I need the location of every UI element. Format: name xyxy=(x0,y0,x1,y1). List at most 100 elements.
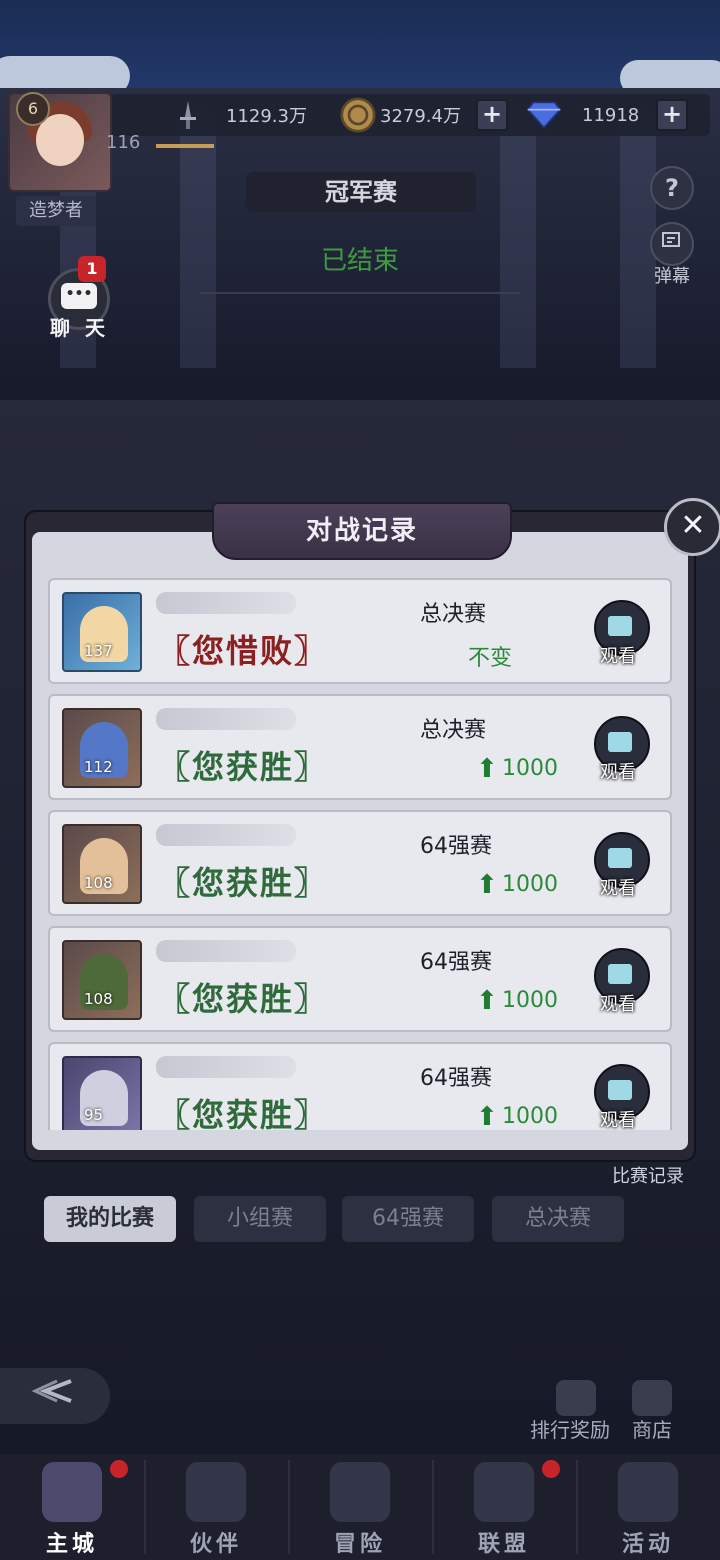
record-row: 95 〖您获胜〗 64强赛 ⬆ 1000 观看 xyxy=(48,1042,672,1130)
match-stage: 64强赛 xyxy=(420,834,492,859)
shop-icon[interactable] xyxy=(632,1380,672,1416)
watch-label: 观看 xyxy=(600,762,636,783)
opponent-name-blurred xyxy=(156,1056,296,1078)
opponent-level: 108 xyxy=(84,874,113,892)
watch-label: 观看 xyxy=(600,994,636,1015)
record-row: 137 〖您惜败〗 总决赛 不变 观看 xyxy=(48,578,672,684)
chat-badge: 1 xyxy=(78,256,106,282)
diamond-value: 11918 xyxy=(582,104,640,126)
rank-reward-label[interactable]: 排行奖励 xyxy=(530,1414,610,1443)
diamond-icon xyxy=(526,97,562,133)
result-label: 〖您惜败〗 xyxy=(158,632,329,670)
opponent-level: 108 xyxy=(84,990,113,1008)
play-icon xyxy=(608,616,632,636)
player-exp: 116 xyxy=(106,132,141,153)
arrow-up-icon: ⬆ xyxy=(476,870,498,900)
match-stage: 总决赛 xyxy=(420,718,487,743)
result-label: 〖您获胜〗 xyxy=(158,980,329,1018)
danmaku-label: 弹幕 xyxy=(654,266,690,287)
result-label: 〖您获胜〗 xyxy=(158,1096,329,1130)
compass-icon xyxy=(330,1462,390,1522)
watch-label: 观看 xyxy=(600,1110,636,1130)
nav-main-city[interactable]: 主城 xyxy=(0,1454,144,1560)
stage-status: 已结束 xyxy=(320,246,399,276)
nav-alliance[interactable]: 联盟 xyxy=(432,1454,576,1560)
opponent-name-blurred xyxy=(156,708,296,730)
record-row: 108 〖您获胜〗 64强赛 ⬆ 1000 观看 xyxy=(48,926,672,1032)
divider xyxy=(200,292,520,294)
tab-group-stage[interactable]: 小组赛 xyxy=(194,1196,326,1242)
opponent-name-blurred xyxy=(156,592,296,614)
nav-adventure[interactable]: 冒险 xyxy=(288,1454,432,1560)
power-display: 1129.3万 xyxy=(170,99,307,131)
power-value: 1129.3万 xyxy=(226,106,307,127)
opponent-name-blurred xyxy=(156,940,296,962)
back-arrow-icon xyxy=(31,1379,72,1403)
help-button[interactable]: ? xyxy=(650,166,694,210)
close-button[interactable]: ✕ xyxy=(664,498,720,556)
opponent-level: 137 xyxy=(84,642,113,660)
play-icon xyxy=(608,1080,632,1100)
gold-value: 3279.4万 xyxy=(380,106,461,127)
arrow-up-icon: ⬆ xyxy=(476,1102,498,1130)
dialog-title: 对战记录 xyxy=(212,502,512,560)
score-change: 1000 xyxy=(502,872,558,897)
result-label: 〖您获胜〗 xyxy=(158,864,329,902)
danmaku-button[interactable] xyxy=(650,222,694,266)
tab-my-matches[interactable]: 我的比赛 xyxy=(44,1196,176,1242)
match-stage: 总决赛 xyxy=(420,602,487,627)
back-button[interactable] xyxy=(0,1368,110,1424)
nav-label: 冒险 xyxy=(333,1532,386,1557)
notification-dot xyxy=(110,1460,128,1478)
chat-bubble-icon: ••• xyxy=(61,283,97,309)
opponent-avatar xyxy=(62,592,142,672)
stage-title: 冠军赛 xyxy=(246,172,476,212)
arrow-up-icon: ⬆ xyxy=(476,754,498,784)
notification-dot xyxy=(542,1460,560,1478)
opponent-level: 95 xyxy=(84,1106,104,1124)
opponent-name-blurred xyxy=(156,824,296,846)
power-progress xyxy=(156,144,214,148)
opponent-avatar xyxy=(62,940,142,1020)
play-icon xyxy=(608,848,632,868)
nav-label: 联盟 xyxy=(477,1532,530,1557)
record-row: 112 〖您获胜〗 总决赛 ⬆ 1000 观看 xyxy=(48,694,672,800)
record-list[interactable]: 137 〖您惜败〗 总决赛 不变 观看 112 〖您获胜〗 总决赛 ⬆ 1000… xyxy=(48,578,672,1130)
tab-finals[interactable]: 总决赛 xyxy=(492,1196,624,1242)
nav-label: 伙伴 xyxy=(189,1532,242,1557)
opponent-avatar xyxy=(62,708,142,788)
partner-hat-icon xyxy=(186,1462,246,1522)
nav-partners[interactable]: 伙伴 xyxy=(144,1454,288,1560)
watch-label: 观看 xyxy=(600,646,636,667)
opponent-level: 112 xyxy=(84,758,113,776)
opponent-avatar xyxy=(62,824,142,904)
danmaku-icon xyxy=(662,232,680,247)
play-icon xyxy=(608,964,632,984)
nav-events[interactable]: 活动 xyxy=(576,1454,720,1560)
sword-icon xyxy=(170,97,206,133)
score-change: 不变 xyxy=(468,646,513,671)
tab-top64[interactable]: 64强赛 xyxy=(342,1196,474,1242)
player-level: 6 xyxy=(16,92,50,126)
add-diamond-button[interactable]: + xyxy=(656,99,688,131)
match-record-link[interactable]: 比赛记录 xyxy=(612,1162,684,1188)
record-row: 108 〖您获胜〗 64强赛 ⬆ 1000 观看 xyxy=(48,810,672,916)
nav-label: 主城 xyxy=(45,1532,98,1557)
score-change: 1000 xyxy=(502,1104,558,1129)
play-icon xyxy=(608,732,632,752)
rank-reward-icon[interactable] xyxy=(556,1380,596,1416)
castle-icon xyxy=(42,1462,102,1522)
gold-display: 3279.4万 xyxy=(340,97,461,133)
score-change: 1000 xyxy=(502,988,558,1013)
cards-icon xyxy=(618,1462,678,1522)
add-gold-button[interactable]: + xyxy=(476,99,508,131)
gold-coin-icon xyxy=(340,97,376,133)
watch-label: 观看 xyxy=(600,878,636,899)
match-stage: 64强赛 xyxy=(420,1066,492,1091)
result-label: 〖您获胜〗 xyxy=(158,748,329,786)
diamond-display: 11918 xyxy=(526,99,639,131)
match-stage: 64强赛 xyxy=(420,950,492,975)
nav-label: 活动 xyxy=(621,1532,674,1557)
player-title: 造梦者 xyxy=(16,196,96,226)
shop-label[interactable]: 商店 xyxy=(632,1414,672,1443)
